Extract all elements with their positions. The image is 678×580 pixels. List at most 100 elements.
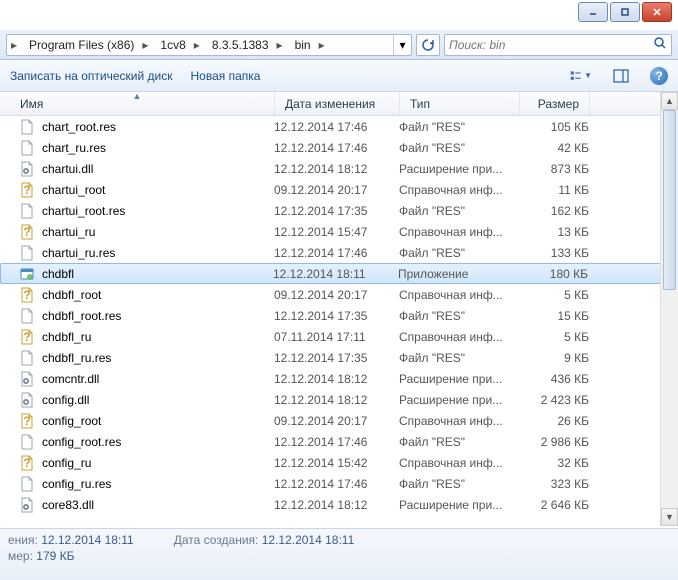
column-header-type[interactable]: Тип (400, 92, 520, 115)
close-button[interactable] (642, 2, 672, 22)
column-label: Дата изменения (285, 97, 375, 111)
file-icon (18, 371, 36, 387)
file-name: chartui_ru (42, 225, 274, 239)
file-row[interactable]: core83.dll12.12.2014 18:12Расширение при… (0, 494, 678, 515)
svg-text:?: ? (23, 288, 30, 302)
file-name: chdbfl_ru.res (42, 351, 274, 365)
scroll-down-button[interactable]: ▼ (661, 508, 678, 526)
chevron-right-icon[interactable]: ▸ (138, 38, 152, 52)
file-row[interactable]: chartui_ru.res12.12.2014 17:46Файл "RES"… (0, 242, 678, 263)
file-row[interactable]: config_root.res12.12.2014 17:46Файл "RES… (0, 431, 678, 452)
column-label: Размер (538, 97, 579, 111)
svg-text:?: ? (23, 456, 30, 470)
file-type: Справочная инф... (399, 225, 519, 239)
file-type: Файл "RES" (399, 477, 519, 491)
status-modified-value: 12.12.2014 18:11 (41, 533, 134, 547)
file-size: 13 КБ (519, 225, 589, 239)
file-row[interactable]: chart_root.res12.12.2014 17:46Файл "RES"… (0, 116, 678, 137)
minimize-button[interactable] (578, 2, 608, 22)
file-name: config_ru.res (42, 477, 274, 491)
search-box[interactable] (444, 34, 672, 56)
file-size: 323 КБ (519, 477, 589, 491)
file-name: chartui_ru.res (42, 246, 274, 260)
column-header-date[interactable]: Дата изменения (275, 92, 400, 115)
file-icon (18, 476, 36, 492)
file-date: 12.12.2014 17:46 (274, 477, 399, 491)
chevron-right-icon[interactable]: ▸ (190, 38, 204, 52)
svg-text:?: ? (23, 414, 30, 428)
svg-text:?: ? (23, 183, 30, 197)
file-row[interactable]: ?config_ru12.12.2014 15:42Справочная инф… (0, 452, 678, 473)
file-row[interactable]: config_ru.res12.12.2014 17:46Файл "RES"3… (0, 473, 678, 494)
file-icon (18, 203, 36, 219)
maximize-button[interactable] (610, 2, 640, 22)
file-date: 12.12.2014 18:12 (274, 162, 399, 176)
file-row[interactable]: chartui_root.res12.12.2014 17:35Файл "RE… (0, 200, 678, 221)
file-size: 2 423 КБ (519, 393, 589, 407)
file-icon (18, 266, 36, 282)
breadcrumb-item[interactable]: 1cv8 (152, 35, 189, 55)
status-bar: ения: 12.12.2014 18:11 мер: 179 КБ Дата … (0, 528, 678, 580)
file-icon (18, 497, 36, 513)
file-name: chart_root.res (42, 120, 274, 134)
file-icon (18, 434, 36, 450)
breadcrumb-item[interactable]: 8.3.5.1383 (204, 35, 273, 55)
file-date: 12.12.2014 17:35 (274, 351, 399, 365)
file-type: Расширение при... (399, 162, 519, 176)
file-row[interactable]: chdbfl12.12.2014 18:11Приложение180 КБ (0, 263, 678, 284)
search-icon[interactable] (653, 36, 667, 53)
file-date: 09.12.2014 20:17 (274, 414, 399, 428)
new-folder-button[interactable]: Новая папка (191, 69, 261, 83)
help-button[interactable]: ? (650, 67, 668, 85)
file-list[interactable]: chart_root.res12.12.2014 17:46Файл "RES"… (0, 116, 678, 526)
file-row[interactable]: ?chdbfl_ru07.11.2014 17:11Справочная инф… (0, 326, 678, 347)
column-header-name[interactable]: Имя ▲ (0, 92, 275, 115)
file-date: 09.12.2014 20:17 (274, 288, 399, 302)
chevron-right-icon[interactable]: ▸ (273, 38, 287, 52)
file-type: Файл "RES" (399, 351, 519, 365)
file-size: 180 КБ (518, 267, 588, 281)
file-row[interactable]: ?chartui_ru12.12.2014 15:47Справочная ин… (0, 221, 678, 242)
scroll-up-button[interactable]: ▲ (661, 92, 678, 110)
scroll-thumb[interactable] (663, 110, 676, 290)
file-name: config_ru (42, 456, 274, 470)
file-row[interactable]: chart_ru.res12.12.2014 17:46Файл "RES"42… (0, 137, 678, 158)
file-name: config.dll (42, 393, 274, 407)
breadcrumb-item[interactable]: Program Files (x86) (21, 35, 138, 55)
file-row[interactable]: ?chdbfl_root09.12.2014 20:17Справочная и… (0, 284, 678, 305)
svg-text:?: ? (23, 225, 30, 239)
file-icon (18, 119, 36, 135)
file-row[interactable]: comcntr.dll12.12.2014 18:12Расширение пр… (0, 368, 678, 389)
file-name: chdbfl (42, 267, 273, 281)
burn-disc-button[interactable]: Записать на оптический диск (10, 69, 173, 83)
refresh-button[interactable] (416, 34, 440, 56)
search-input[interactable] (449, 38, 653, 52)
file-size: 26 КБ (519, 414, 589, 428)
breadcrumb-item[interactable]: bin (287, 35, 315, 55)
vertical-scrollbar[interactable]: ▲ ▼ (660, 92, 678, 526)
file-row[interactable]: config.dll12.12.2014 18:12Расширение при… (0, 389, 678, 410)
file-size: 5 КБ (519, 330, 589, 344)
file-name: config_root (42, 414, 274, 428)
file-type: Расширение при... (399, 393, 519, 407)
file-row[interactable]: chdbfl_ru.res12.12.2014 17:35Файл "RES"9… (0, 347, 678, 368)
chevron-right-icon[interactable]: ▸ (315, 38, 329, 52)
file-row[interactable]: ?chartui_root09.12.2014 20:17Справочная … (0, 179, 678, 200)
file-name: config_root.res (42, 435, 274, 449)
view-options-button[interactable]: ▼ (570, 65, 592, 87)
file-size: 133 КБ (519, 246, 589, 260)
chevron-right-icon[interactable]: ▸ (7, 38, 21, 52)
file-date: 12.12.2014 17:46 (274, 120, 399, 134)
file-date: 12.12.2014 18:12 (274, 498, 399, 512)
column-header-size[interactable]: Размер (520, 92, 590, 115)
preview-pane-button[interactable] (610, 65, 632, 87)
file-icon (18, 140, 36, 156)
file-row[interactable]: ?config_root09.12.2014 20:17Справочная и… (0, 410, 678, 431)
file-size: 32 КБ (519, 456, 589, 470)
breadcrumb-dropdown[interactable]: ▾ (393, 35, 411, 55)
file-row[interactable]: chdbfl_root.res12.12.2014 17:35Файл "RES… (0, 305, 678, 326)
breadcrumb[interactable]: ▸ Program Files (x86) ▸ 1cv8 ▸ 8.3.5.138… (6, 34, 412, 56)
file-size: 2 646 КБ (519, 498, 589, 512)
file-type: Файл "RES" (399, 141, 519, 155)
file-row[interactable]: chartui.dll12.12.2014 18:12Расширение пр… (0, 158, 678, 179)
